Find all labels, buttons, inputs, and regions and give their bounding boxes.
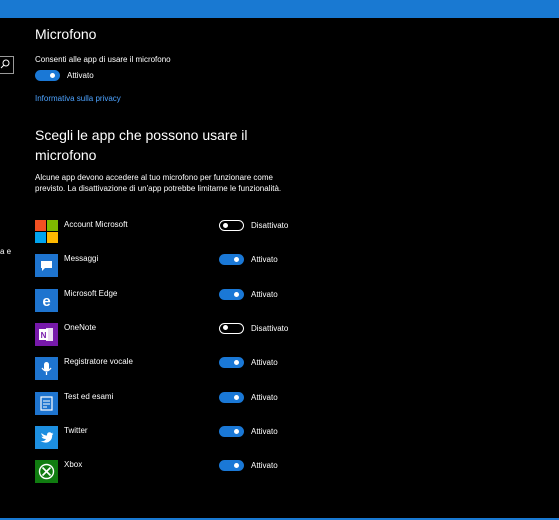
app-toggle-state: Attivato	[251, 289, 278, 299]
app-name: OneNote	[64, 322, 97, 332]
toggle-knob	[223, 222, 228, 228]
app-toggle[interactable]	[219, 460, 244, 472]
test-exams-icon	[35, 391, 58, 415]
toggle-knob	[234, 291, 239, 297]
global-access-label: Consenti alle app di usare il microfono	[35, 55, 171, 64]
twitter-icon	[35, 425, 58, 449]
app-row: e Microsoft Edge Attivato	[35, 288, 305, 313]
svg-text:N: N	[41, 331, 47, 340]
privacy-link[interactable]: Informativa sulla privacy	[35, 94, 121, 103]
app-row: Account Microsoft Disattivato	[35, 220, 305, 244]
app-toggle[interactable]	[219, 288, 244, 300]
xbox-icon	[35, 460, 58, 484]
app-row: Test ed esami Attivato	[35, 391, 305, 416]
app-name: Microsoft Edge	[64, 288, 118, 298]
app-name: Xbox	[64, 460, 83, 470]
svg-text:e: e	[42, 293, 50, 310]
app-row: Twitter Attivato	[35, 425, 305, 450]
title-bar	[0, 0, 559, 18]
app-toggle[interactable]	[219, 220, 244, 231]
app-toggle[interactable]	[219, 425, 244, 437]
sidebar-fragment-text: a e	[0, 247, 12, 256]
page-title: Microfono	[35, 26, 97, 42]
search-box[interactable]	[0, 56, 14, 74]
app-name: Messaggi	[64, 254, 99, 264]
edge-icon: e	[35, 288, 58, 312]
app-toggle-state: Disattivato	[251, 221, 289, 230]
toggle-knob	[234, 360, 239, 366]
app-toggle[interactable]	[219, 357, 244, 369]
apps-section-description: Alcune app devono accedere al tuo microf…	[35, 173, 282, 193]
toggle-knob	[223, 325, 228, 331]
app-toggle-state: Attivato	[251, 358, 278, 368]
onenote-icon: N	[35, 322, 58, 346]
app-toggle-state: Attivato	[251, 392, 278, 402]
app-row: Registratore vocale Attivato	[35, 357, 305, 381]
toggle-knob	[234, 463, 239, 469]
voice-recorder-icon	[35, 357, 58, 381]
app-name: Test ed esami	[64, 391, 114, 401]
app-toggle[interactable]	[219, 391, 244, 403]
app-toggle-state: Attivato	[251, 255, 278, 265]
toggle-knob	[234, 394, 239, 400]
app-name: Twitter	[64, 425, 88, 435]
app-toggle[interactable]	[219, 254, 244, 266]
app-name: Registratore vocale	[64, 357, 133, 367]
messaging-icon	[35, 254, 58, 278]
app-row: N OneNote Disattivato	[35, 322, 305, 347]
global-toggle-state: Attivato	[67, 71, 94, 80]
app-toggle-state: Attivato	[251, 426, 278, 436]
toggle-knob	[234, 257, 239, 263]
global-microphone-toggle[interactable]	[35, 70, 60, 81]
search-icon	[0, 59, 10, 69]
app-toggle-state: Attivato	[251, 461, 278, 471]
apps-section-title: Scegli le app che possono usare il micro…	[35, 127, 248, 163]
app-name: Account Microsoft	[64, 220, 128, 229]
toggle-knob	[234, 428, 239, 434]
app-toggle-state: Disattivato	[251, 323, 289, 333]
app-row: Xbox Attivato	[35, 460, 305, 484]
microsoft-logo-icon	[35, 220, 58, 243]
app-row: Messaggi Attivato	[35, 254, 305, 278]
toggle-knob	[50, 73, 55, 78]
app-toggle[interactable]	[219, 322, 244, 334]
